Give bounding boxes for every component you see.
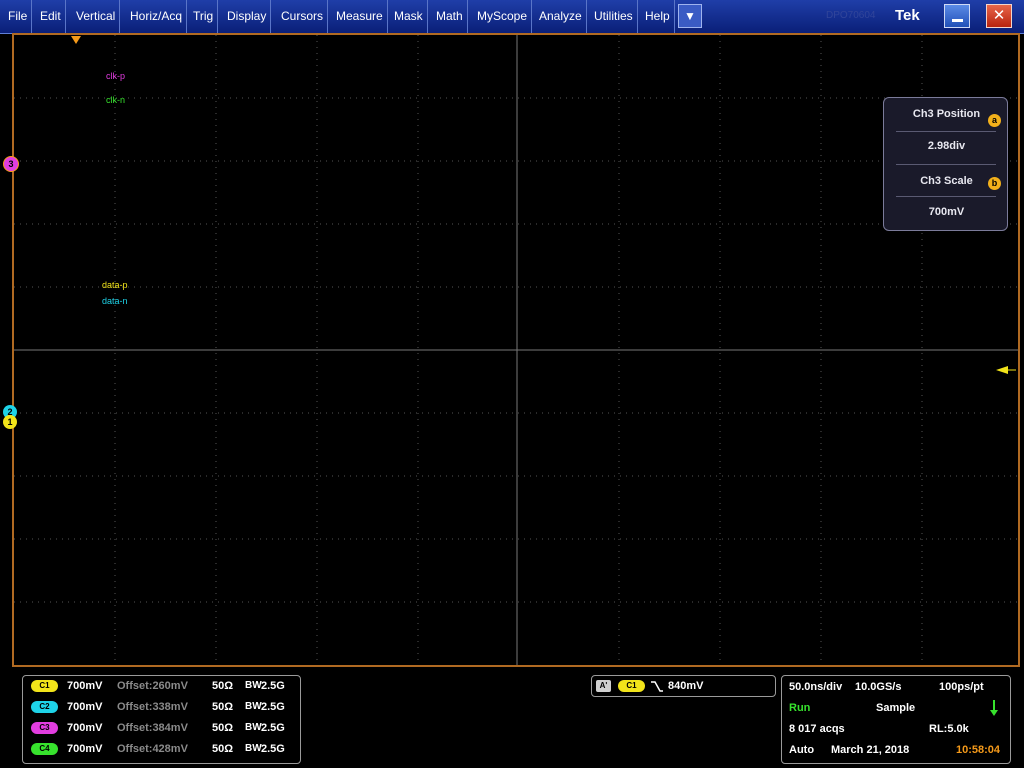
center-axes [14,35,1018,665]
c2-impedance: 50Ω [212,701,234,713]
triangle-down-icon: ▼ [684,9,696,23]
ch3-scale-value[interactable]: 700mV [884,206,1009,218]
c1-impedance: 50Ω [212,680,234,692]
c1-offset: Offset:260mV [117,680,188,692]
acquisition-readout[interactable]: 50.0ns/div 10.0GS/s 100ps/pt Run Sample … [781,675,1011,764]
c2-bw-label: BW [245,701,262,712]
trigger-arrow-icon [990,700,998,716]
c3-badge: C3 [31,722,58,734]
c3-impedance: 50Ω [212,722,234,734]
menu-analyze[interactable]: Analyze [535,0,587,33]
menu-edit[interactable]: Edit [36,0,66,33]
menu-cursors[interactable]: Cursors [277,0,329,33]
ch3-position-value[interactable]: 2.98div [884,140,1009,152]
menu-utilities[interactable]: Utilities [590,0,638,33]
c1-badge: C1 [31,680,58,692]
trigger-mode: Auto [789,744,815,756]
trigger-mode-badge: A' [596,680,611,692]
sample-rate: 10.0GS/s [855,681,902,693]
c3-offset: Offset:384mV [117,722,188,734]
trigger-source-badge: C1 [618,680,645,692]
menu-dropdown-button[interactable]: ▼ [678,4,702,28]
c1-bw-label: BW [245,680,262,691]
popup-divider [896,164,996,165]
time: 10:58:04 [956,744,1001,756]
knob-a-icon: a [988,114,1001,127]
c4-bandwidth: 2.5G [261,743,285,755]
channel-knob-popup: Ch3 Position a 2.98div Ch3 Scale b 700mV [883,97,1008,231]
minimize-button[interactable] [944,4,970,28]
c3-bw-label: BW [245,722,262,733]
menu-display[interactable]: Display [223,0,272,33]
c1-scale: 700mV [67,680,103,692]
trigger-position-marker [71,36,81,44]
date: March 21, 2018 [831,744,910,756]
trace-label-clk-p: clk-p [106,71,126,81]
record-length: RL:5.0k [929,723,969,735]
c4-impedance: 50Ω [212,743,234,755]
c1-bandwidth: 2.5G [261,680,285,692]
menu-bar: File Edit Vertical Horiz/Acq Trig Displa… [0,0,1024,34]
ch3-ground-marker[interactable]: 3 [3,156,19,172]
acq-mode: Sample [876,702,916,714]
close-button[interactable]: ✕ [986,4,1012,28]
acq-count: 8 017 acqs [789,723,845,735]
c4-bw-label: BW [245,743,262,754]
menu-horiz-acq[interactable]: Horiz/Acq [126,0,188,33]
c4-scale: 700mV [67,743,103,755]
trace-label-data-n: data-n [102,296,128,306]
c2-scale: 700mV [67,701,103,713]
menu-help[interactable]: Help [641,0,675,33]
popup-divider [896,131,996,132]
trace-label-data-p: data-p [102,280,128,290]
menu-trig[interactable]: Trig [189,0,219,33]
c4-offset: Offset:428mV [117,743,188,755]
menu-vertical[interactable]: Vertical [72,0,121,33]
menu-measure[interactable]: Measure [332,0,388,33]
c3-bandwidth: 2.5G [261,722,285,734]
knob-b-icon: b [988,177,1001,190]
c4-badge: C4 [31,743,58,755]
waveform-display[interactable]: clk-p clk-n data-p data-n Ch3 Position a… [12,33,1020,667]
c2-bandwidth: 2.5G [261,701,285,713]
popup-divider [896,196,996,197]
close-icon: ✕ [992,7,1006,24]
model-watermark: DPO70604 [826,10,876,21]
menu-myscope[interactable]: MyScope [473,0,533,33]
menu-file[interactable]: File [4,0,33,33]
trigger-readout[interactable]: A' C1 840mV [591,675,776,697]
minimize-icon [952,19,963,22]
trigger-level: 840mV [668,680,704,692]
trace-label-clk-n: clk-n [106,95,126,105]
menu-math[interactable]: Math [432,0,468,33]
run-state: Run [789,702,811,714]
c2-offset: Offset:338mV [117,701,188,713]
channel-readout-panel: C1 700mV Offset:260mV 50Ω BW 2.5G C2 700… [22,675,301,764]
c3-scale: 700mV [67,722,103,734]
timebase: 50.0ns/div [789,681,843,693]
c2-badge: C2 [31,701,58,713]
graticule [14,35,1018,665]
resolution: 100ps/pt [939,681,984,693]
ch1-ground-marker[interactable]: 1 [3,415,17,429]
falling-edge-icon [651,681,663,692]
menu-mask[interactable]: Mask [390,0,428,33]
brand-logo: Tek [895,7,920,24]
